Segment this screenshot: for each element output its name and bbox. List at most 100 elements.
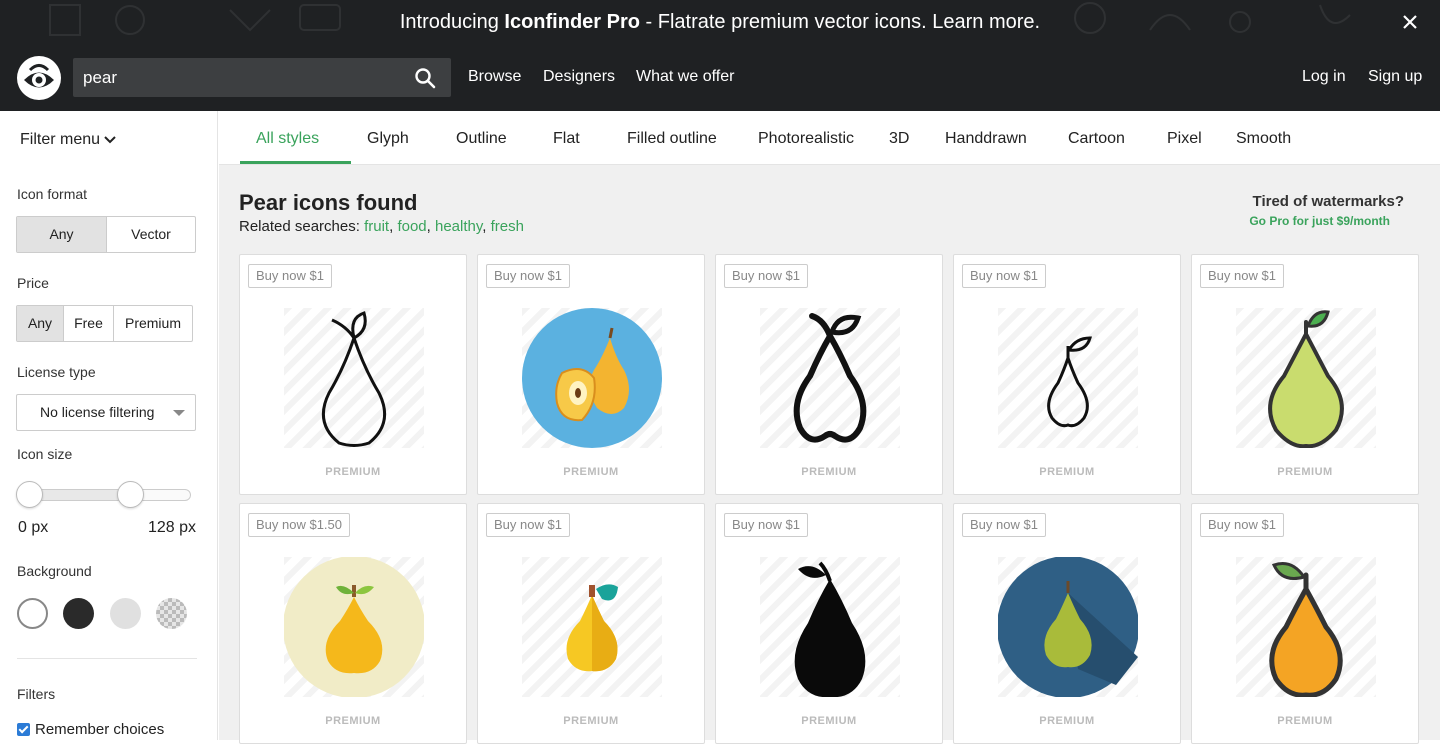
- buy-now-button[interactable]: Buy now $1: [1200, 264, 1284, 288]
- icon-card[interactable]: Buy now $1 PREMIUM: [477, 503, 705, 744]
- pear-outline-thin-icon: [321, 311, 387, 447]
- icon-size-label: Icon size: [17, 446, 73, 462]
- swatch-black[interactable]: [63, 598, 94, 629]
- nav-login[interactable]: Log in: [1302, 68, 1346, 86]
- pear-flat-yellow-icon: [566, 584, 618, 672]
- icon-card[interactable]: Buy now $1 PREMIUM: [477, 254, 705, 495]
- related-link-food[interactable]: food: [397, 218, 426, 235]
- buy-now-button[interactable]: Buy now $1: [962, 264, 1046, 288]
- swatch-transparent[interactable]: [156, 598, 187, 629]
- chevron-down-icon: [104, 136, 116, 144]
- tab-cartoon[interactable]: Cartoon: [1068, 130, 1125, 148]
- sidebar-divider: [17, 658, 197, 659]
- tab-all-styles[interactable]: All styles: [256, 130, 319, 148]
- premium-label: PREMIUM: [563, 715, 619, 727]
- tab-filled-outline[interactable]: Filled outline: [627, 130, 717, 148]
- active-tab-indicator: [240, 161, 351, 164]
- pear-flat-navy-circle-icon: [998, 557, 1138, 697]
- go-pro-link[interactable]: Go Pro for just $9/month: [1249, 214, 1390, 228]
- search-box: [73, 58, 451, 97]
- related-searches: Related searches: fruit, food, healthy, …: [239, 218, 524, 235]
- icon-card[interactable]: Buy now $1 PREMIUM: [239, 254, 467, 495]
- iconfinder-logo-icon[interactable]: [16, 55, 62, 101]
- icon-size-range: [29, 490, 130, 500]
- close-icon[interactable]: [1400, 12, 1420, 32]
- related-link-fresh[interactable]: fresh: [491, 218, 524, 235]
- nav-signup[interactable]: Sign up: [1368, 68, 1422, 86]
- tab-flat[interactable]: Flat: [553, 130, 580, 148]
- related-label: Related searches:: [239, 218, 360, 235]
- premium-label: PREMIUM: [1039, 466, 1095, 478]
- promo-text-pre: Introducing: [399, 11, 505, 33]
- checkbox-checked-icon: [17, 723, 30, 736]
- format-vector-button[interactable]: Vector: [107, 217, 195, 252]
- pear-glyph-black-icon: [794, 561, 866, 697]
- slider-max-handle[interactable]: [117, 481, 144, 508]
- remember-choices-checkbox[interactable]: Remember choices: [17, 721, 164, 738]
- buy-now-button[interactable]: Buy now $1: [486, 264, 570, 288]
- buy-now-button[interactable]: Buy now $1: [1200, 513, 1284, 537]
- icon-card[interactable]: Buy now $1.50 PREMIUM: [239, 503, 467, 744]
- related-link-healthy[interactable]: healthy: [435, 218, 482, 235]
- premium-label: PREMIUM: [1277, 715, 1333, 727]
- tab-outline[interactable]: Outline: [456, 130, 507, 148]
- search-icon[interactable]: [413, 66, 437, 90]
- promo-banner[interactable]: Introducing Iconfinder Pro - Flatrate pr…: [0, 0, 1440, 44]
- nav-browse[interactable]: Browse: [468, 68, 521, 86]
- tab-pixel[interactable]: Pixel: [1167, 130, 1202, 148]
- promo-box-title: Tired of watermarks?: [1252, 193, 1404, 210]
- buy-now-button[interactable]: Buy now $1: [962, 513, 1046, 537]
- promo-brand: Iconfinder Pro: [504, 11, 640, 33]
- swatch-white[interactable]: [17, 598, 48, 629]
- icon-card[interactable]: Buy now $1 PREMIUM: [953, 254, 1181, 495]
- icon-card[interactable]: Buy now $1 PREMIUM: [715, 254, 943, 495]
- price-any-button[interactable]: Any: [17, 306, 64, 341]
- icon-card[interactable]: Buy now $1 PREMIUM: [715, 503, 943, 744]
- format-any-button[interactable]: Any: [17, 217, 107, 252]
- buy-now-button[interactable]: Buy now $1: [248, 264, 332, 288]
- tab-photorealistic[interactable]: Photorealistic: [758, 130, 854, 148]
- buy-now-button[interactable]: Buy now $1: [724, 513, 808, 537]
- slider-min-handle[interactable]: [16, 481, 43, 508]
- pear-flat-blue-circle-icon: [522, 308, 662, 448]
- results-title: Pear icons found: [239, 190, 418, 215]
- remember-choices-label: Remember choices: [35, 721, 165, 738]
- premium-label: PREMIUM: [801, 466, 857, 478]
- icon-card[interactable]: Buy now $1 PREMIUM: [953, 503, 1181, 744]
- license-type-label: License type: [17, 364, 96, 380]
- search-input[interactable]: [73, 58, 403, 97]
- nav-what-we-offer[interactable]: What we offer: [636, 68, 734, 86]
- premium-label: PREMIUM: [325, 715, 381, 727]
- top-bar: Introducing Iconfinder Pro - Flatrate pr…: [0, 0, 1440, 111]
- premium-label: PREMIUM: [1277, 466, 1333, 478]
- premium-label: PREMIUM: [801, 715, 857, 727]
- nav-designers[interactable]: Designers: [543, 68, 615, 86]
- tab-smooth[interactable]: Smooth: [1236, 130, 1291, 148]
- premium-label: PREMIUM: [325, 466, 381, 478]
- promo-text-post: - Flatrate premium vector icons. Learn m…: [639, 11, 1041, 33]
- license-select[interactable]: No license filtering: [16, 394, 196, 431]
- pear-filled-outline-orange-icon: [1269, 562, 1343, 697]
- pear-outline-bold-icon: [793, 313, 867, 443]
- tab-3d[interactable]: 3D: [889, 130, 909, 148]
- tab-handdrawn[interactable]: Handdrawn: [945, 130, 1027, 148]
- icon-size-min: 0 px: [18, 519, 49, 536]
- premium-label: PREMIUM: [563, 466, 619, 478]
- buy-now-button[interactable]: Buy now $1.50: [248, 513, 351, 537]
- swatch-light-gray[interactable]: [110, 598, 141, 629]
- background-label: Background: [17, 563, 92, 579]
- related-link-fruit[interactable]: fruit: [364, 218, 389, 235]
- tab-glyph[interactable]: Glyph: [367, 130, 409, 148]
- pear-flat-cream-circle-icon: [284, 557, 424, 697]
- buy-now-button[interactable]: Buy now $1: [724, 264, 808, 288]
- icon-size-max: 128 px: [148, 519, 197, 536]
- price-premium-button[interactable]: Premium: [114, 306, 192, 341]
- buy-now-button[interactable]: Buy now $1: [486, 513, 570, 537]
- pear-outline-small-icon: [1047, 336, 1092, 428]
- price-free-button[interactable]: Free: [64, 306, 114, 341]
- icon-card[interactable]: Buy now $1 PREMIUM: [1191, 254, 1419, 495]
- filter-menu-label: Filter menu: [20, 131, 101, 148]
- icon-card[interactable]: Buy now $1 PREMIUM: [1191, 503, 1419, 744]
- premium-label: PREMIUM: [1039, 715, 1095, 727]
- filter-menu-toggle[interactable]: Filter menu: [20, 131, 116, 149]
